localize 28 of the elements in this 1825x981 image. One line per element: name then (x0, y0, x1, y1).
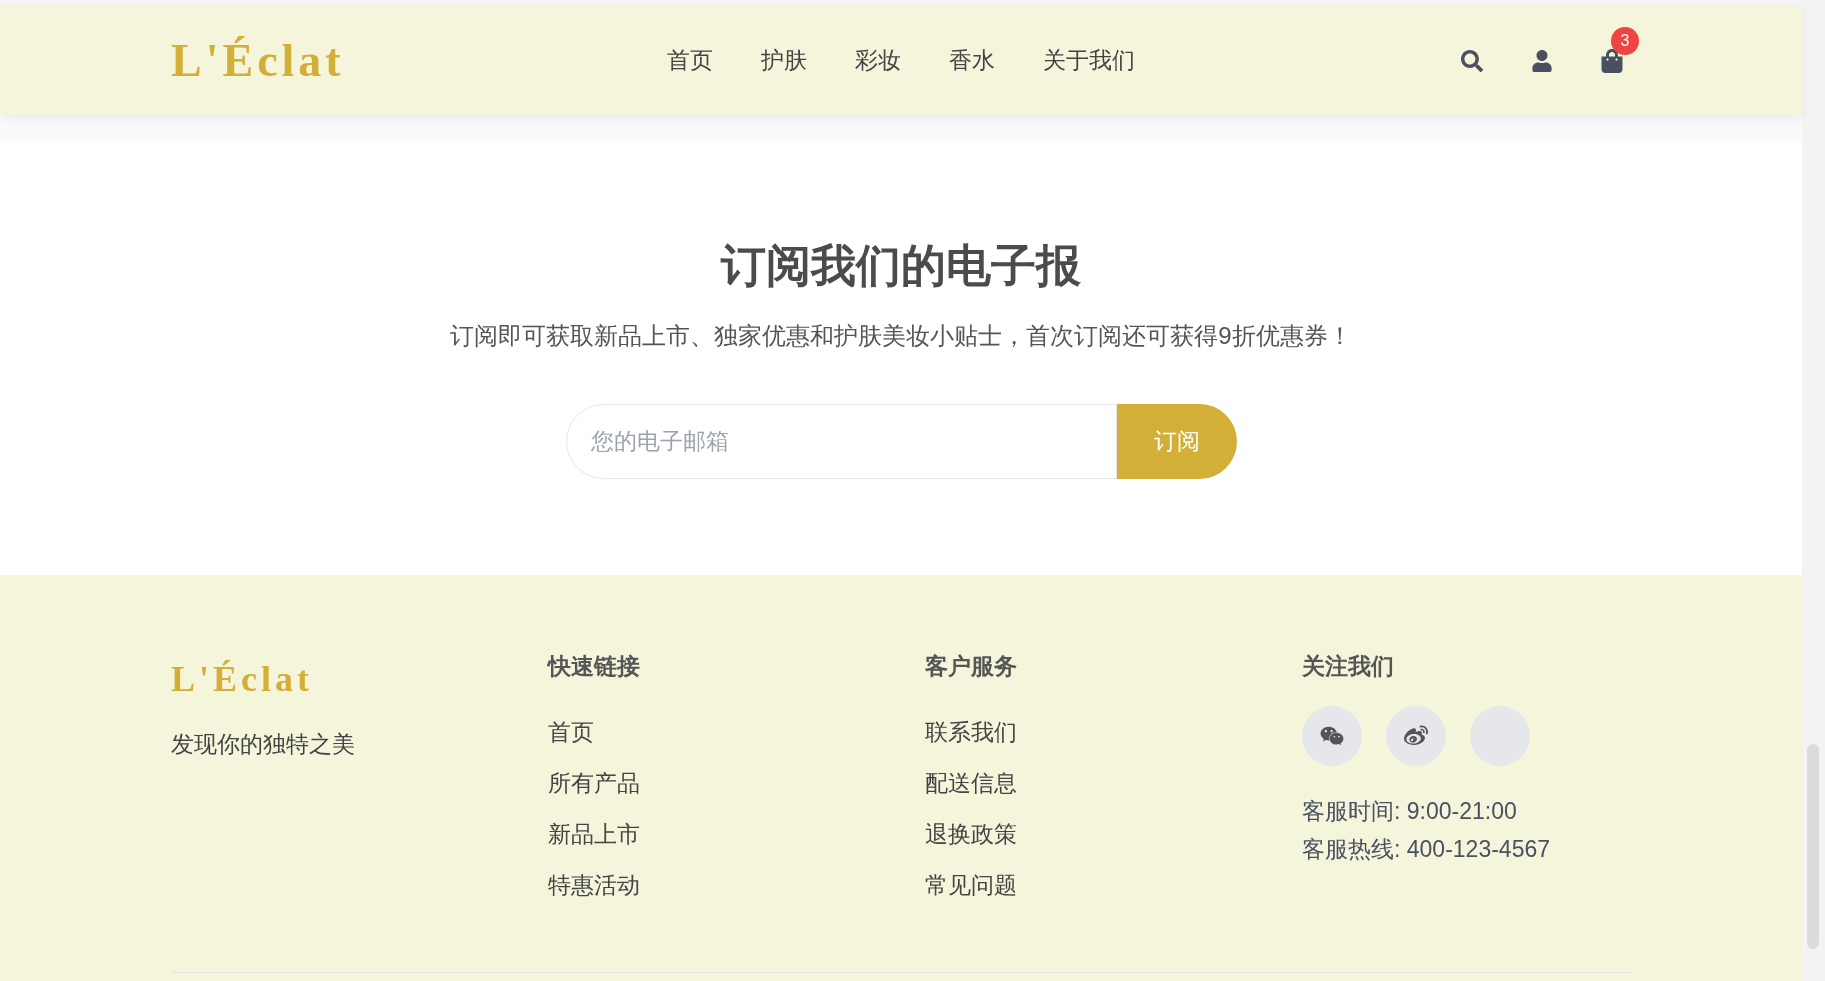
service-info: 客服时间: 9:00-21:00 (1302, 797, 1518, 826)
nav-link[interactable]: 护肤 (761, 43, 807, 78)
footer-link[interactable]: 配送信息 (925, 769, 1302, 798)
nav-link[interactable]: 香水 (949, 43, 995, 78)
footer-link[interactable]: 退换政策 (925, 820, 1302, 849)
footer-heading: 客户服务 (925, 655, 1018, 678)
footer-link[interactable]: 联系我们 (925, 718, 1302, 747)
nav-link[interactable]: 首页 (667, 43, 713, 78)
search-icon[interactable] (1461, 49, 1483, 72)
footer-link[interactable]: 所有产品 (548, 769, 925, 798)
footer-heading: 快速链接 (548, 655, 641, 678)
nav-link[interactable]: 关于我们 (1043, 43, 1135, 78)
footer-heading: 关注我们 (1302, 655, 1395, 678)
footer-link[interactable]: 首页 (548, 718, 925, 747)
newsletter-description: 订阅即可获取新品上市、独家优惠和护肤美妆小贴士，首次订阅还可获得9折优惠券！ (450, 324, 1352, 348)
footer-link[interactable]: 常见问题 (925, 871, 1302, 900)
footer-link[interactable]: 新品上市 (548, 820, 925, 849)
service-info: 客服热线: 400-123-4567 (1302, 835, 1551, 864)
newsletter-title: 订阅我们的电子报 (721, 243, 1081, 288)
shopping-bag-icon[interactable] (1601, 48, 1623, 73)
footer-link[interactable]: 特惠活动 (548, 871, 925, 900)
user-icon[interactable] (1531, 49, 1553, 72)
eye-logo-icon (1404, 724, 1428, 748)
email-field[interactable]: 您的电子邮箱 (565, 404, 1117, 479)
footer-tagline: 发现你的独特之美 (171, 730, 356, 759)
nav-link[interactable]: 彩妆 (855, 43, 901, 78)
chat-bubbles-icon (1320, 724, 1344, 748)
cart-count-badge: 3 (1611, 26, 1639, 55)
